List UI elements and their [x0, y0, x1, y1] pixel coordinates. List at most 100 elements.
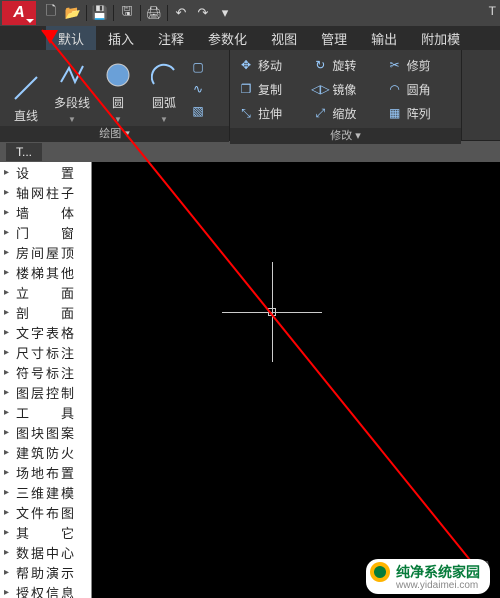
draw-extra-3[interactable]: ▧ [190, 101, 206, 121]
side-item-layer[interactable]: ▸图层控制 [0, 382, 91, 402]
expand-icon: ▸ [4, 567, 14, 578]
tool-line[interactable]: 直线 [6, 54, 46, 124]
side-item-axis[interactable]: ▸轴网柱子 [0, 182, 91, 202]
side-item-section[interactable]: ▸剖 面 [0, 302, 91, 322]
side-item-settings[interactable]: ▸设 置 [0, 162, 91, 182]
expand-icon: ▸ [4, 507, 14, 518]
tool-circle[interactable]: 圆 ▼ [98, 54, 138, 124]
expand-icon: ▸ [4, 287, 14, 298]
cursor-pickbox [268, 308, 276, 316]
tool-copy[interactable]: ❐复制 [238, 79, 304, 99]
expand-icon: ▸ [4, 187, 14, 198]
side-item-tools[interactable]: ▸工 具 [0, 402, 91, 422]
side-item-door[interactable]: ▸门 窗 [0, 222, 91, 242]
open-file-icon[interactable]: 📂 [62, 2, 84, 24]
qat-separator [86, 5, 87, 21]
side-item-help[interactable]: ▸帮助演示 [0, 562, 91, 582]
side-item-site[interactable]: ▸场地布置 [0, 462, 91, 482]
side-item-wall[interactable]: ▸墙 体 [0, 202, 91, 222]
draw-extra-2[interactable]: ∿ [190, 79, 206, 99]
panel-draw-title[interactable]: 绘图 ▾ [0, 126, 229, 142]
expand-icon: ▸ [4, 447, 14, 458]
ribbon-panels: 直线 多段线 ▼ 圆 ▼ 圆弧 ▼ [0, 50, 500, 140]
fillet-icon: ◠ [387, 81, 403, 97]
source-badge: 纯净系统家园 www.yidaimei.com [366, 559, 490, 594]
title-bar: A 🗋 📂 💾 🖫 🖨 ↶ ↷ ▾ T [0, 0, 500, 26]
side-item-text[interactable]: ▸文字表格 [0, 322, 91, 342]
tab-default[interactable]: 默认 [46, 26, 96, 50]
tool-scale[interactable]: ⤢缩放 [312, 103, 378, 123]
line-icon [11, 73, 41, 103]
move-icon: ✥ [238, 57, 254, 73]
expand-icon: ▸ [4, 327, 14, 338]
tool-stretch[interactable]: ⤡拉伸 [238, 103, 304, 123]
ribbon-tabs: 默认 插入 注释 参数化 视图 管理 输出 附加模 [0, 26, 500, 50]
expand-icon: ▸ [4, 307, 14, 318]
tab-annotate[interactable]: 注释 [146, 26, 196, 50]
side-item-layout[interactable]: ▸文件布图 [0, 502, 91, 522]
save-icon[interactable]: 💾 [89, 2, 111, 24]
panel-draw: 直线 多段线 ▼ 圆 ▼ 圆弧 ▼ [0, 50, 230, 140]
expand-icon: ▸ [4, 547, 14, 558]
array-icon: ▦ [387, 105, 403, 121]
tab-insert[interactable]: 插入 [96, 26, 146, 50]
panel-modify-title[interactable]: 修改 ▾ [230, 128, 461, 144]
side-item-symbol[interactable]: ▸符号标注 [0, 362, 91, 382]
side-item-roof[interactable]: ▸房间屋顶 [0, 242, 91, 262]
draw-extra-1[interactable]: ▢ [190, 57, 206, 77]
window-title: T [489, 4, 496, 18]
expand-icon: ▸ [4, 367, 14, 378]
side-item-3d[interactable]: ▸三维建模 [0, 482, 91, 502]
tab-manage[interactable]: 管理 [309, 26, 359, 50]
stretch-icon: ⤡ [238, 105, 254, 121]
polyline-icon [57, 60, 87, 90]
copy-icon: ❐ [238, 81, 254, 97]
new-file-icon[interactable]: 🗋 [40, 2, 62, 24]
side-item-fire[interactable]: ▸建筑防火 [0, 442, 91, 462]
document-tab[interactable]: T... [6, 143, 42, 161]
saveas-icon[interactable]: 🖫 [116, 2, 138, 24]
tab-addon[interactable]: 附加模 [409, 26, 472, 50]
side-item-dim[interactable]: ▸尺寸标注 [0, 342, 91, 362]
tab-output[interactable]: 输出 [359, 26, 409, 50]
redo-icon[interactable]: ↷ [192, 2, 214, 24]
drawing-canvas[interactable] [92, 162, 500, 598]
side-item-other[interactable]: ▸其 它 [0, 522, 91, 542]
draw-extra-tools: ▢ ∿ ▧ [190, 57, 210, 121]
expand-icon: ▸ [4, 527, 14, 538]
badge-url: www.yidaimei.com [396, 580, 480, 591]
side-item-stair[interactable]: ▸楼梯其他 [0, 262, 91, 282]
tool-arc[interactable]: 圆弧 ▼ [144, 54, 184, 124]
rect-icon: ▢ [190, 59, 206, 75]
tool-move[interactable]: ✥移动 [238, 55, 304, 75]
arc-icon [149, 60, 179, 90]
tool-mirror[interactable]: ◁▷镜像 [312, 79, 378, 99]
tab-param[interactable]: 参数化 [196, 26, 259, 50]
expand-icon: ▸ [4, 387, 14, 398]
qat-separator [140, 5, 141, 21]
tool-polyline[interactable]: 多段线 ▼ [52, 54, 92, 124]
panel-modify: ✥移动 ↻旋转 ✂修剪 ❐复制 ◁▷镜像 ◠圆角 ⤡拉伸 ⤢缩放 ▦阵列 修改 … [230, 50, 462, 140]
tool-array[interactable]: ▦阵列 [387, 103, 453, 123]
expand-icon: ▸ [4, 467, 14, 478]
side-item-elevation[interactable]: ▸立 面 [0, 282, 91, 302]
app-logo-letter: A [13, 4, 25, 22]
chevron-down-icon: ▼ [68, 115, 76, 124]
chevron-down-icon: ▼ [114, 115, 122, 124]
tool-fillet[interactable]: ◠圆角 [387, 79, 453, 99]
trim-icon: ✂ [387, 57, 403, 73]
side-item-license[interactable]: ▸授权信息 [0, 582, 91, 598]
tool-trim[interactable]: ✂修剪 [387, 55, 453, 75]
side-item-blocks[interactable]: ▸图块图案 [0, 422, 91, 442]
app-menu-button[interactable]: A [2, 1, 36, 25]
expand-icon: ▸ [4, 207, 14, 218]
undo-icon[interactable]: ↶ [170, 2, 192, 24]
expand-icon: ▸ [4, 407, 14, 418]
print-icon[interactable]: 🖨 [143, 2, 165, 24]
side-item-data[interactable]: ▸数据中心 [0, 542, 91, 562]
side-panel[interactable]: ▸设 置 ▸轴网柱子 ▸墙 体 ▸门 窗 ▸房间屋顶 ▸楼梯其他 ▸立 面 ▸剖… [0, 162, 92, 598]
qat-customize-icon[interactable]: ▾ [214, 2, 236, 24]
tool-rotate[interactable]: ↻旋转 [312, 55, 378, 75]
qat-separator [167, 5, 168, 21]
tab-view[interactable]: 视图 [259, 26, 309, 50]
